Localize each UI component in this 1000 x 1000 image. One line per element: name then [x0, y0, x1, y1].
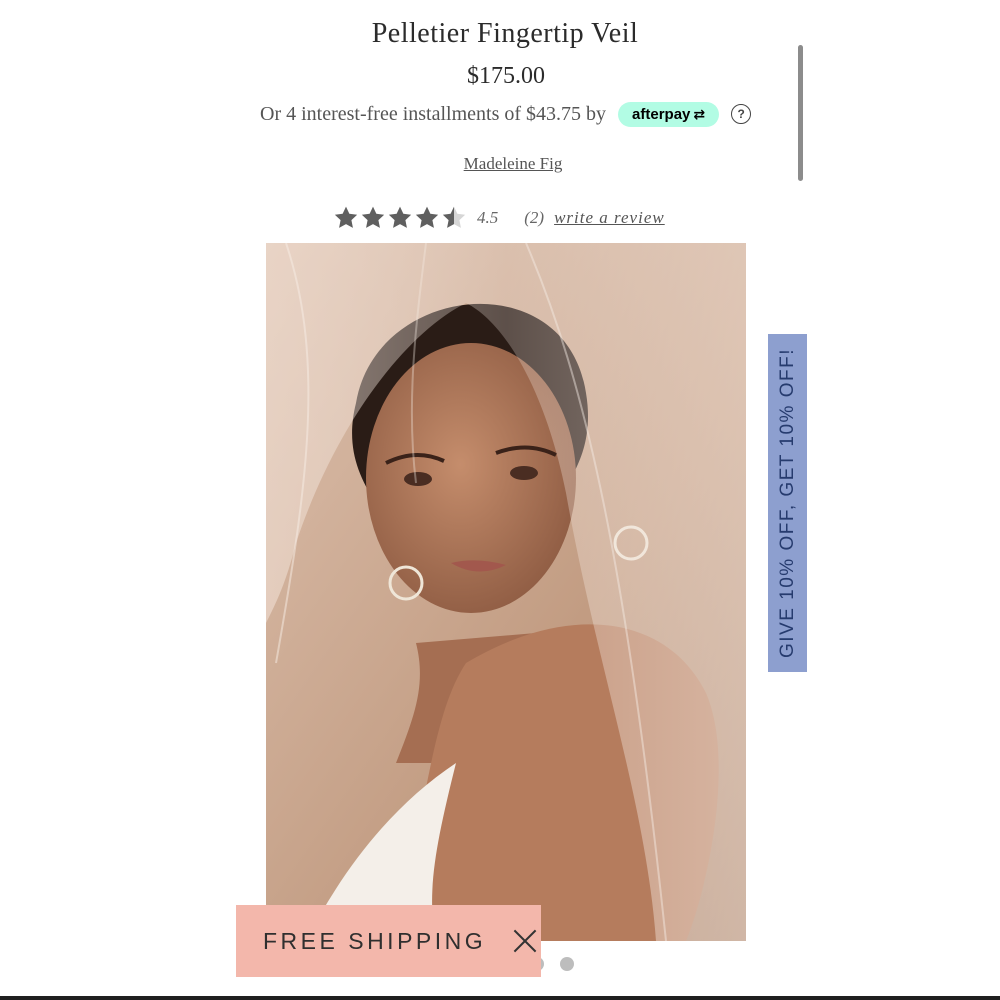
- designer-link[interactable]: Madeleine Fig: [13, 154, 1000, 174]
- promo-tab-text: GIVE 10% OFF, GET 10% OFF!: [776, 347, 798, 659]
- free-shipping-banner[interactable]: FREE SHIPPING: [236, 905, 541, 977]
- star-icon: [361, 206, 385, 228]
- carousel-dot[interactable]: [560, 957, 574, 971]
- installments-text: Or 4 interest-free installments of $43.7…: [260, 102, 607, 125]
- rating-value: 4.5: [477, 208, 499, 227]
- product-price: $175.00: [467, 63, 545, 89]
- review-count: (2): [524, 208, 545, 227]
- rating-row: 4.5 (2) write a review: [333, 203, 665, 233]
- star-icon: [334, 206, 358, 228]
- write-review-link[interactable]: write a review: [554, 208, 665, 228]
- star-rating[interactable]: [333, 205, 467, 231]
- afterpay-arrows-icon: ⇄: [693, 105, 706, 122]
- close-icon[interactable]: [512, 928, 538, 954]
- afterpay-logo[interactable]: afterpay ⇄: [618, 101, 720, 127]
- installments-row: Or 4 interest-free installments of $43.7…: [260, 100, 752, 128]
- promo-tab[interactable]: GIVE 10% OFF, GET 10% OFF!: [768, 334, 807, 672]
- star-icon: [442, 206, 466, 228]
- question-circle-icon[interactable]: ?: [731, 104, 752, 124]
- product-title: Pelletier Fingertip Veil: [371, 18, 639, 49]
- product-image[interactable]: [266, 243, 746, 941]
- free-shipping-text: FREE SHIPPING: [263, 927, 487, 954]
- afterpay-label: afterpay: [632, 105, 691, 123]
- bottom-edge-bar: [0, 996, 1000, 1000]
- star-icon: [388, 206, 412, 228]
- star-icon: [415, 206, 439, 228]
